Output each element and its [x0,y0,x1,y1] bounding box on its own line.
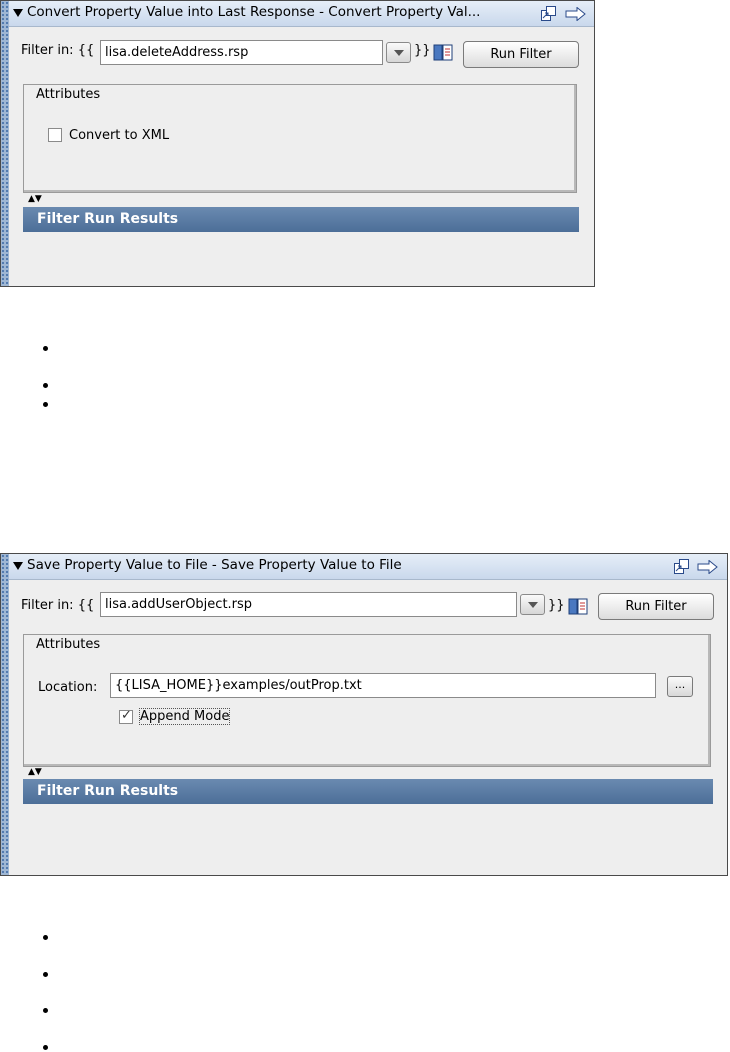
filter-input[interactable]: lisa.addUserObject.rsp [100,592,517,617]
attributes-group: Attributes Location: {{LISA_HOME}}exampl… [23,634,711,767]
list-bullet [43,1045,48,1050]
run-filter-button[interactable]: Run Filter [598,593,714,620]
append-mode-checkbox[interactable] [119,708,133,724]
filter-in-label: Filter in: {{ [21,43,95,58]
append-mode-label: Append Mode [138,708,231,725]
location-label: Location: [38,680,98,695]
property-book-icon[interactable] [433,44,453,61]
filter-run-results-header: Filter Run Results [23,779,713,804]
list-bullet [43,1008,48,1013]
attributes-group: Attributes Convert to XML [23,84,577,193]
filter-panel-save: Save Property Value to File - Save Prope… [0,553,728,876]
list-bullet [43,346,48,351]
panel-edge-stripe [1,554,9,875]
undock-window-icon[interactable] [541,6,556,21]
location-input[interactable]: {{LISA_HOME}}examples/outProp.txt [110,673,656,698]
property-book-icon[interactable] [568,598,588,615]
closing-brace: }} [548,598,565,613]
attributes-title: Attributes [36,87,101,102]
splitter-arrows-icon[interactable]: ▲▼ [28,768,42,777]
right-arrow-icon[interactable] [565,7,587,21]
filter-run-results-header: Filter Run Results [23,207,579,232]
list-bullet [43,935,48,940]
filter-run-results-area [23,232,579,286]
right-arrow-icon[interactable] [697,560,719,574]
filter-run-results-area [23,804,713,875]
triangle-down-icon[interactable] [13,9,23,17]
filter-in-label: Filter in: {{ [21,598,95,613]
browse-button[interactable]: ... [667,676,693,697]
attributes-title: Attributes [36,637,101,652]
list-bullet [43,383,48,388]
list-bullet [43,402,48,407]
convert-to-xml-checkbox[interactable] [48,128,62,142]
panel-title: Convert Property Value into Last Respons… [27,4,481,20]
panel-title: Save Property Value to File - Save Prope… [27,557,402,573]
filter-panel-convert: Convert Property Value into Last Respons… [0,0,595,287]
list-bullet [43,972,48,977]
filter-input[interactable]: lisa.deleteAddress.rsp [100,40,383,65]
undock-window-icon[interactable] [674,559,689,574]
dropdown-arrow-icon[interactable] [386,42,411,63]
panel-edge-stripe [1,1,9,286]
run-filter-button[interactable]: Run Filter [463,41,579,68]
splitter-arrows-icon[interactable]: ▲▼ [28,195,42,204]
dropdown-arrow-icon[interactable] [520,594,545,615]
convert-to-xml-label: Convert to XML [69,128,170,143]
panel-titlebar[interactable]: Convert Property Value into Last Respons… [9,1,594,27]
panel-titlebar[interactable]: Save Property Value to File - Save Prope… [9,554,727,580]
triangle-down-icon[interactable] [13,562,23,570]
closing-brace: }} [414,43,431,58]
